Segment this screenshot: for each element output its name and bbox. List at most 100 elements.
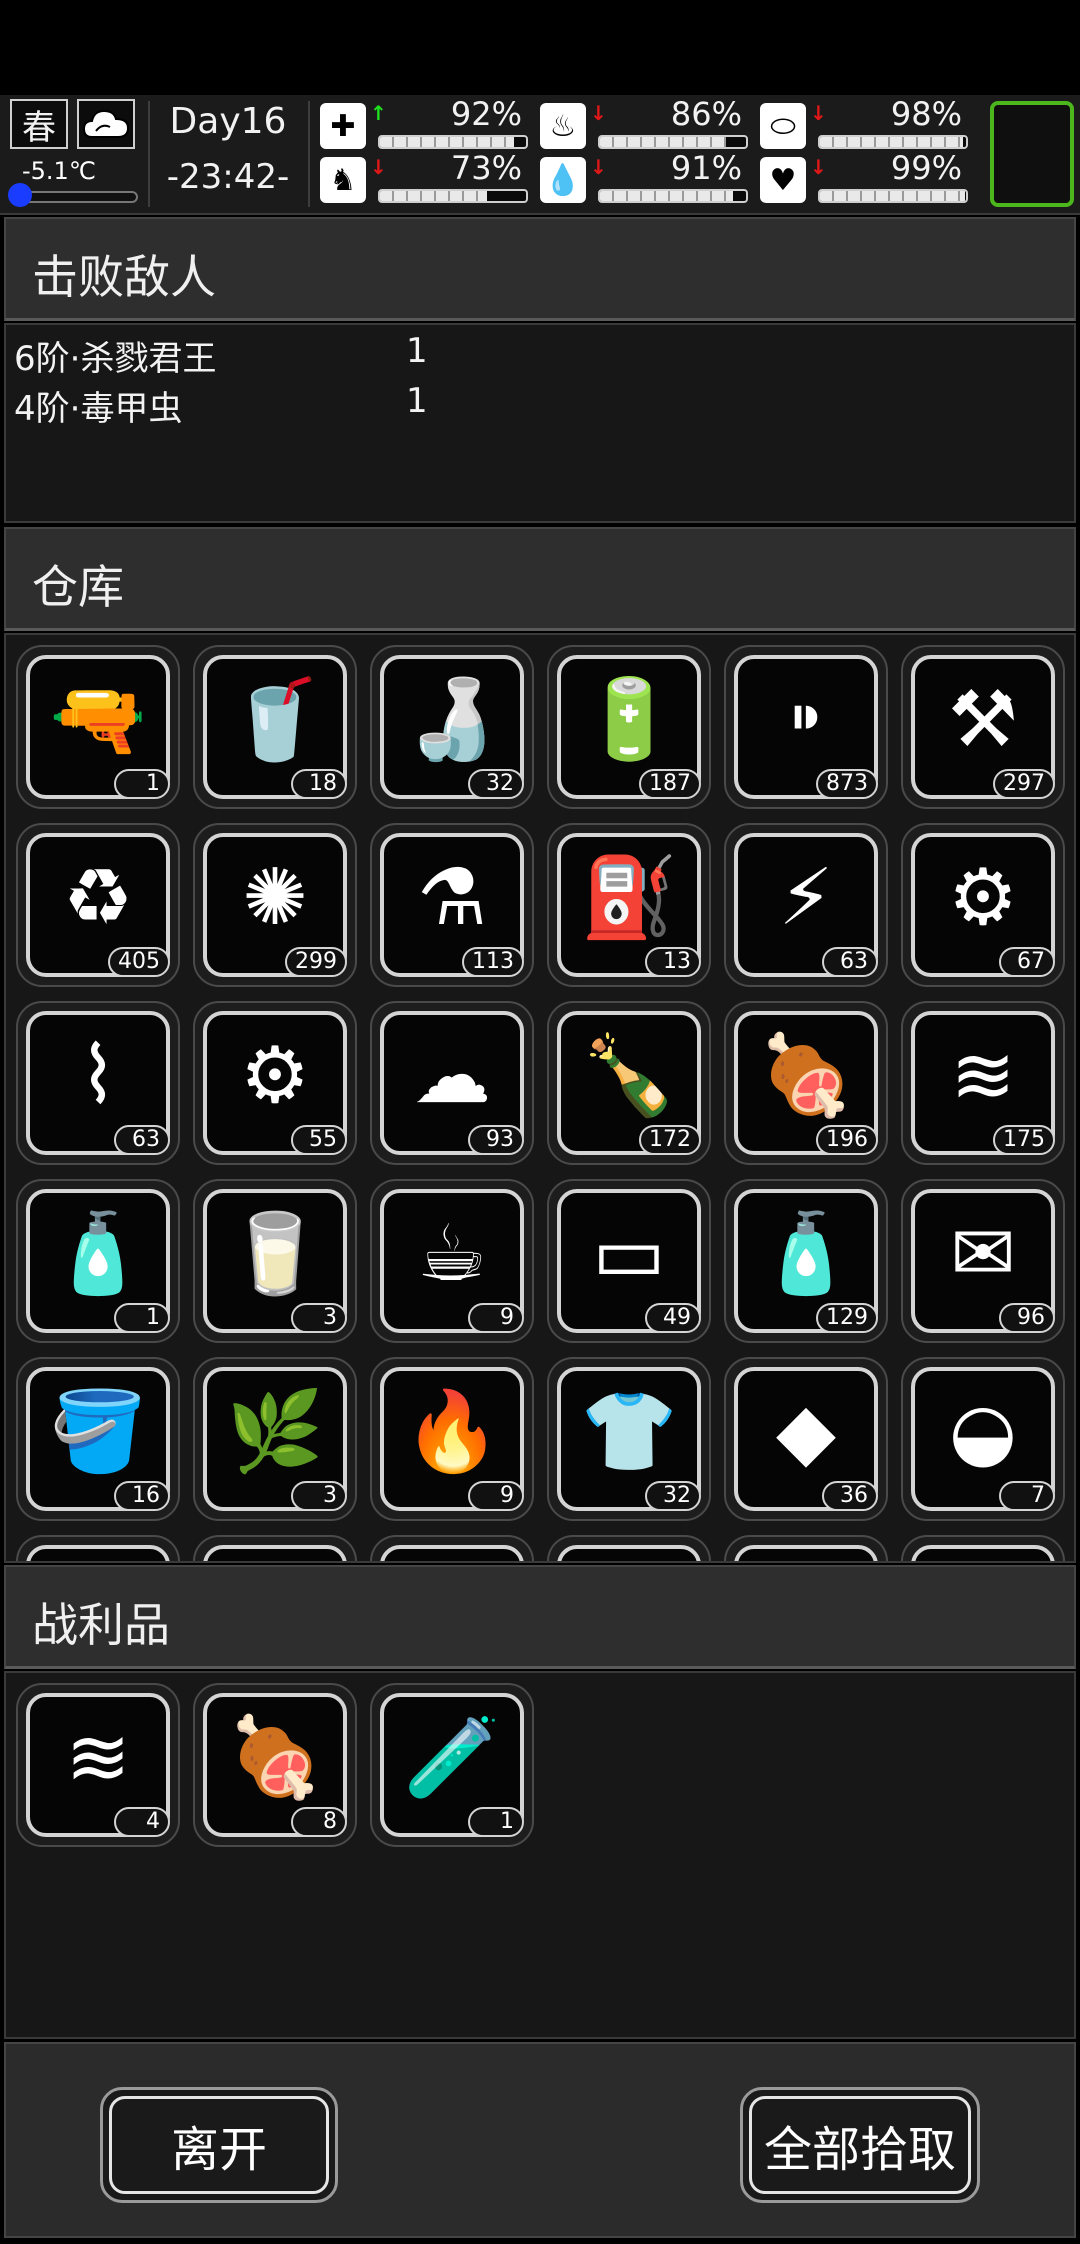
item-slot-partial[interactable] bbox=[901, 1535, 1065, 1561]
game-clock: -23:42- bbox=[166, 157, 290, 197]
item-slot[interactable]: ⚙ 55 bbox=[193, 1001, 357, 1165]
item-slot-partial[interactable] bbox=[724, 1535, 888, 1561]
item-slot[interactable]: 🥤 18 bbox=[193, 645, 357, 809]
stat-value: 73% bbox=[450, 149, 522, 187]
item-slot[interactable]: 🧴 1 bbox=[16, 1179, 180, 1343]
item-slot[interactable]: ☕ 9 bbox=[370, 1179, 534, 1343]
defeated-enemies-list: 6阶·杀戮君王 1 4阶·毒甲虫 1 bbox=[4, 323, 1076, 523]
stat-value: 99% bbox=[890, 149, 962, 187]
item-frame bbox=[380, 1545, 524, 1561]
item-count: 32 bbox=[645, 1481, 701, 1511]
item-count: 113 bbox=[462, 947, 524, 977]
trend-arrow-icon: ↓ bbox=[810, 101, 827, 125]
cloud-icon bbox=[82, 109, 130, 138]
item-slot[interactable]: ⛽ 13 bbox=[547, 823, 711, 987]
item-slot[interactable]: ▭ 49 bbox=[547, 1179, 711, 1343]
item-slot-partial[interactable] bbox=[193, 1535, 357, 1561]
temperature-bar bbox=[14, 191, 138, 203]
item-slot[interactable]: 🍾 172 bbox=[547, 1001, 711, 1165]
item-slot-partial[interactable] bbox=[370, 1535, 534, 1561]
stat-bar-fill bbox=[380, 137, 515, 147]
aa-battery-icon: ⚡ bbox=[778, 853, 834, 943]
item-slot-partial[interactable] bbox=[16, 1535, 180, 1561]
item-count: 129 bbox=[816, 1303, 878, 1333]
item-count: 1 bbox=[114, 769, 170, 799]
trend-arrow-icon: ↑ bbox=[370, 101, 387, 125]
cola-cup-icon: 🥤 bbox=[226, 675, 324, 765]
item-slot[interactable]: ◆ 36 bbox=[724, 1357, 888, 1521]
item-slot[interactable]: 👕 32 bbox=[547, 1357, 711, 1521]
item-count: 7 bbox=[999, 1481, 1055, 1511]
enemy-name: 4阶·毒甲虫 bbox=[14, 389, 183, 429]
item-slot[interactable]: ♻ 405 bbox=[16, 823, 180, 987]
item-slot[interactable]: 🧪 1 bbox=[370, 1683, 534, 1847]
flask-icon: ⚗ bbox=[417, 853, 487, 943]
stat-pill: ⬭ ↓ 98% bbox=[760, 95, 970, 151]
board-icon: ▭ bbox=[592, 1209, 666, 1299]
spray-bottle-icon: 🧴 bbox=[757, 1209, 855, 1299]
item-slot[interactable]: ≋ 175 bbox=[901, 1001, 1065, 1165]
scrap-metal-icon: ⚒ bbox=[948, 675, 1018, 765]
item-slot[interactable]: ⚡ 63 bbox=[724, 823, 888, 987]
loot-header: 战利品 bbox=[4, 1565, 1076, 1669]
stat-value: 91% bbox=[670, 149, 742, 187]
heart-icon: ♥ bbox=[760, 157, 806, 203]
item-slot[interactable]: 🔥 9 bbox=[370, 1357, 534, 1521]
divider bbox=[148, 101, 150, 207]
item-count: 18 bbox=[291, 769, 347, 799]
item-slot[interactable]: ⁍ 873 bbox=[724, 645, 888, 809]
item-slot[interactable]: ⚒ 297 bbox=[901, 645, 1065, 809]
item-slot[interactable]: 🌿 3 bbox=[193, 1357, 357, 1521]
stat-value: 98% bbox=[890, 95, 962, 133]
item-slot[interactable]: ⚙ 67 bbox=[901, 823, 1065, 987]
loot-title: 战利品 bbox=[32, 1598, 170, 1652]
item-slot[interactable]: ☁ 93 bbox=[370, 1001, 534, 1165]
season-indicator: 春 bbox=[10, 99, 68, 149]
stat-bar bbox=[378, 135, 528, 149]
item-slot[interactable]: 🍖 196 bbox=[724, 1001, 888, 1165]
item-slot[interactable]: ✉ 96 bbox=[901, 1179, 1065, 1343]
item-slot[interactable]: ✺ 299 bbox=[193, 823, 357, 987]
minimap-button[interactable] bbox=[990, 101, 1074, 207]
fire-barrel-icon: 🔥 bbox=[403, 1387, 501, 1477]
item-slot[interactable]: ⚗ 113 bbox=[370, 823, 534, 987]
item-slot[interactable]: ⌇ 63 bbox=[16, 1001, 180, 1165]
item-count: 4 bbox=[114, 1807, 170, 1837]
stat-bar-fill bbox=[600, 137, 726, 147]
flare-gun-icon: 🔫 bbox=[49, 675, 147, 765]
paper-icon: ✉ bbox=[950, 1209, 1016, 1299]
test-tube-vi-icon: 🧪 bbox=[403, 1713, 501, 1803]
item-slot[interactable]: 🥛 3 bbox=[193, 1179, 357, 1343]
warehouse-grid[interactable]: 🔫 1 🥤 18 🍶 32 🔋 187 ⁍ 873 ⚒ 297 ♻ 405 ✺ 299 ⚗ 113 ⛽ 13 ⚡ 63 ⚙ 6… bbox=[4, 633, 1076, 1563]
leave-button[interactable]: 离开 bbox=[100, 2087, 338, 2203]
stat-heart: ♥ ↓ 99% bbox=[760, 149, 970, 205]
item-count: 172 bbox=[639, 1125, 701, 1155]
trend-arrow-icon: ↓ bbox=[590, 155, 607, 179]
trend-arrow-icon: ↓ bbox=[370, 155, 387, 179]
warehouse-title: 仓库 bbox=[32, 560, 124, 614]
take-all-button[interactable]: 全部拾取 bbox=[740, 2087, 980, 2203]
item-slot[interactable]: ◒ 7 bbox=[901, 1357, 1065, 1521]
item-slot[interactable]: 🍖 8 bbox=[193, 1683, 357, 1847]
item-count: 1 bbox=[114, 1303, 170, 1333]
loot-grid[interactable]: ≋ 4 🍖 8 🧪 1 bbox=[4, 1671, 1076, 2039]
item-slot[interactable]: 🔋 187 bbox=[547, 645, 711, 809]
item-slot[interactable]: 🧴 129 bbox=[724, 1179, 888, 1343]
gears-icon: ⚙ bbox=[948, 853, 1018, 943]
stomach-icon: ♨ bbox=[540, 103, 586, 149]
item-count: 55 bbox=[291, 1125, 347, 1155]
water-bottle-icon: 🍶 bbox=[403, 675, 501, 765]
juice-glass-icon: 🥛 bbox=[226, 1209, 324, 1299]
item-slot-partial[interactable] bbox=[547, 1535, 711, 1561]
rock-icon: ◆ bbox=[776, 1387, 836, 1477]
item-slot[interactable]: 🍶 32 bbox=[370, 645, 534, 809]
item-count: 32 bbox=[468, 769, 524, 799]
item-slot[interactable]: 🔫 1 bbox=[16, 645, 180, 809]
meat-icon: 🍖 bbox=[757, 1031, 855, 1121]
stat-bar-fill bbox=[820, 137, 964, 147]
item-slot[interactable]: ≋ 4 bbox=[16, 1683, 180, 1847]
item-slot[interactable]: 🪣 16 bbox=[16, 1357, 180, 1521]
item-frame bbox=[911, 1545, 1055, 1561]
item-count: 297 bbox=[993, 769, 1055, 799]
temperature-marker bbox=[8, 183, 32, 207]
